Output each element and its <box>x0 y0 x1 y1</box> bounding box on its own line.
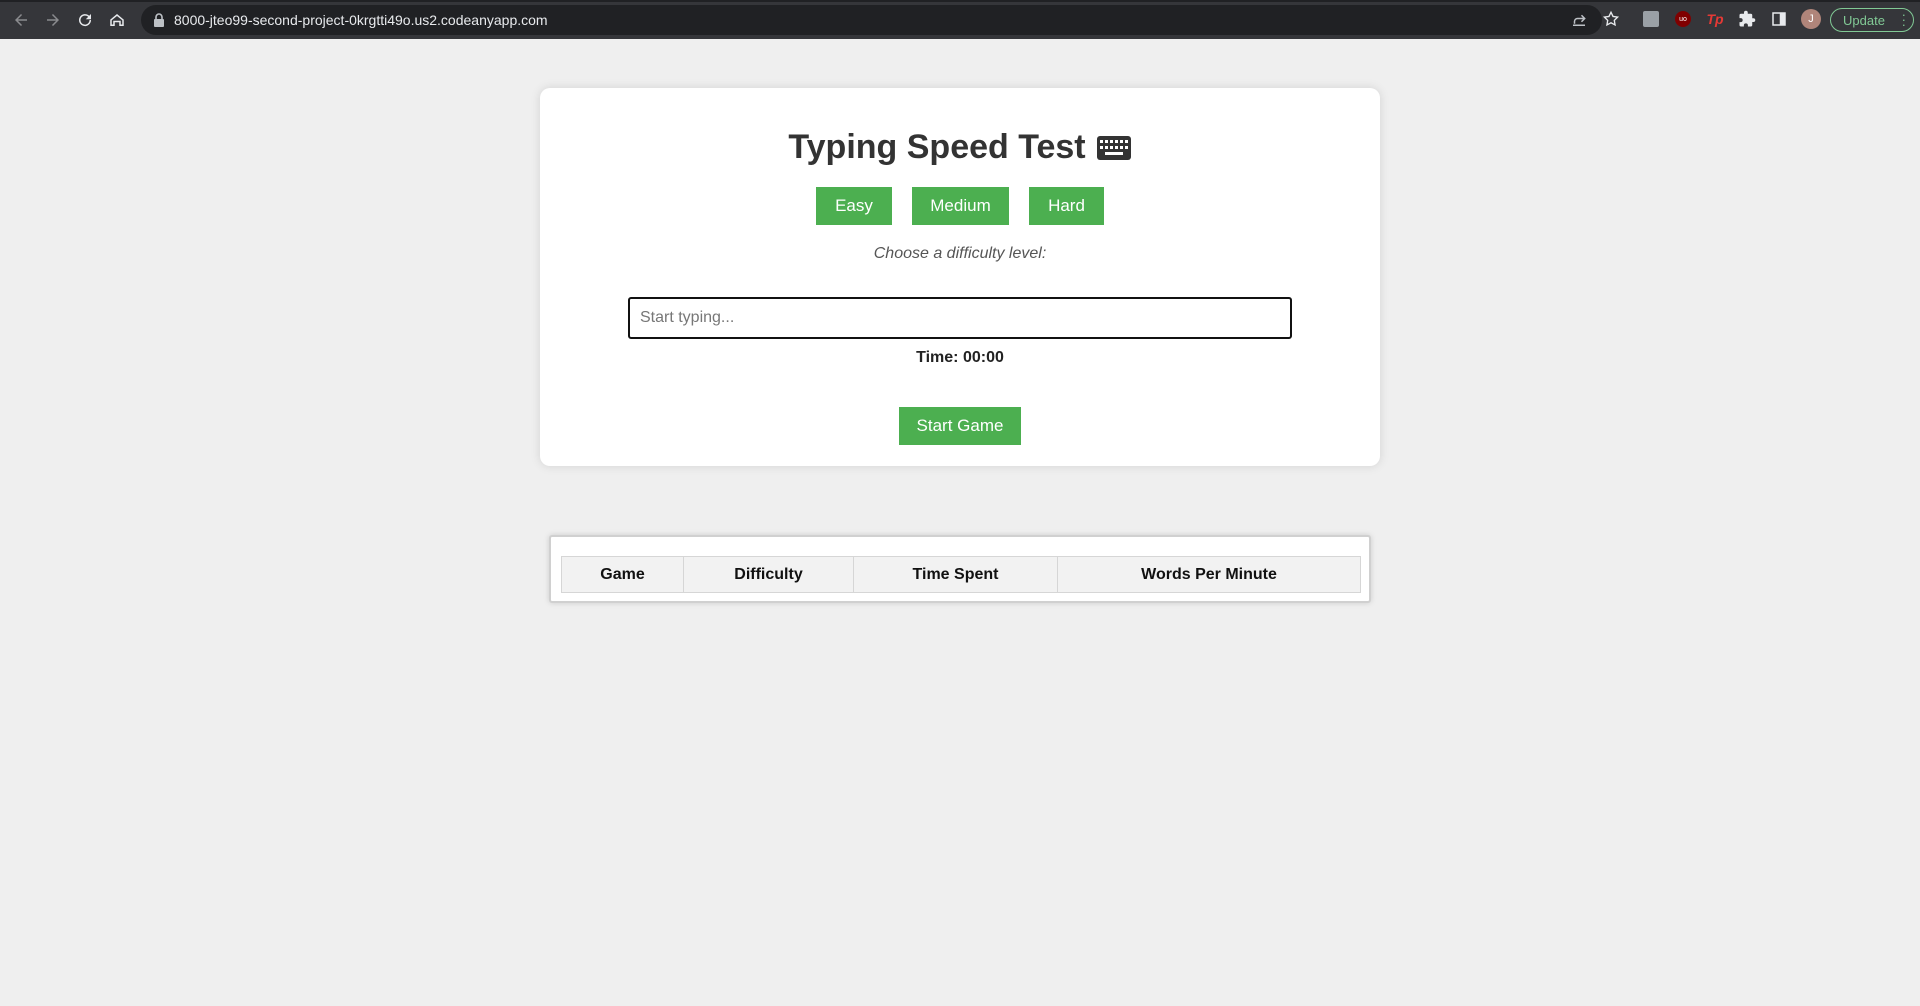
column-header-wpm: Words Per Minute <box>1057 556 1361 593</box>
keyboard-icon <box>1096 135 1131 160</box>
share-icon[interactable] <box>1570 11 1588 29</box>
address-bar[interactable]: 8000-jteo99-second-project-0krgtti49o.us… <box>141 5 1602 35</box>
puzzle-icon[interactable] <box>1737 9 1757 29</box>
tp-extension-icon[interactable]: Tp <box>1705 9 1725 29</box>
typing-test-card: Typing Speed Test Easy Medium Hard Choos… <box>540 88 1380 466</box>
typing-input-placeholder: Start typing... <box>640 309 735 326</box>
home-button[interactable] <box>106 9 128 31</box>
difficulty-buttons: Easy Medium Hard <box>540 187 1380 225</box>
tab-strip-edge <box>0 0 1920 2</box>
timer-display: Time: 00:00 <box>916 349 1004 366</box>
page-title: Typing Speed Test <box>540 128 1380 167</box>
lock-icon <box>154 13 164 27</box>
star-icon[interactable] <box>1602 10 1620 28</box>
start-game-button[interactable]: Start Game <box>899 407 1021 445</box>
difficulty-hint: Choose a difficulty level: <box>873 245 1047 262</box>
table-header-row: Game Difficulty Time Spent Words Per Min… <box>561 556 1361 593</box>
ublock-icon[interactable]: uo <box>1673 9 1693 29</box>
easy-button[interactable]: Easy <box>816 187 892 225</box>
url-text: 8000-jteo99-second-project-0krgtti49o.us… <box>174 12 548 28</box>
reload-button[interactable] <box>74 9 96 31</box>
hard-button[interactable]: Hard <box>1029 187 1104 225</box>
results-table: Game Difficulty Time Spent Words Per Min… <box>561 556 1361 593</box>
update-label: Update <box>1843 12 1885 28</box>
update-button[interactable]: Update · · · <box>1830 8 1914 32</box>
menu-dots-icon[interactable]: · · · <box>1902 8 1906 31</box>
side-panel-icon[interactable] <box>1769 9 1789 29</box>
home-icon <box>110 14 124 26</box>
column-header-time-spent: Time Spent <box>853 556 1058 593</box>
column-header-game: Game <box>561 556 684 593</box>
arrow-left-icon <box>15 14 27 26</box>
arrow-right-icon <box>47 14 59 26</box>
profile-avatar[interactable]: J <box>1801 9 1821 29</box>
title-text: Typing Speed Test <box>788 128 1086 166</box>
reload-icon <box>79 14 92 27</box>
medium-button[interactable]: Medium <box>912 187 1009 225</box>
column-header-difficulty: Difficulty <box>683 556 854 593</box>
browser-toolbar: 8000-jteo99-second-project-0krgtti49o.us… <box>0 0 1920 39</box>
profile-extension-icon[interactable] <box>1641 9 1661 29</box>
results-panel: Game Difficulty Time Spent Words Per Min… <box>549 535 1371 603</box>
back-button[interactable] <box>10 9 32 31</box>
forward-button[interactable] <box>42 9 64 31</box>
typing-input[interactable]: Start typing... <box>628 297 1292 339</box>
